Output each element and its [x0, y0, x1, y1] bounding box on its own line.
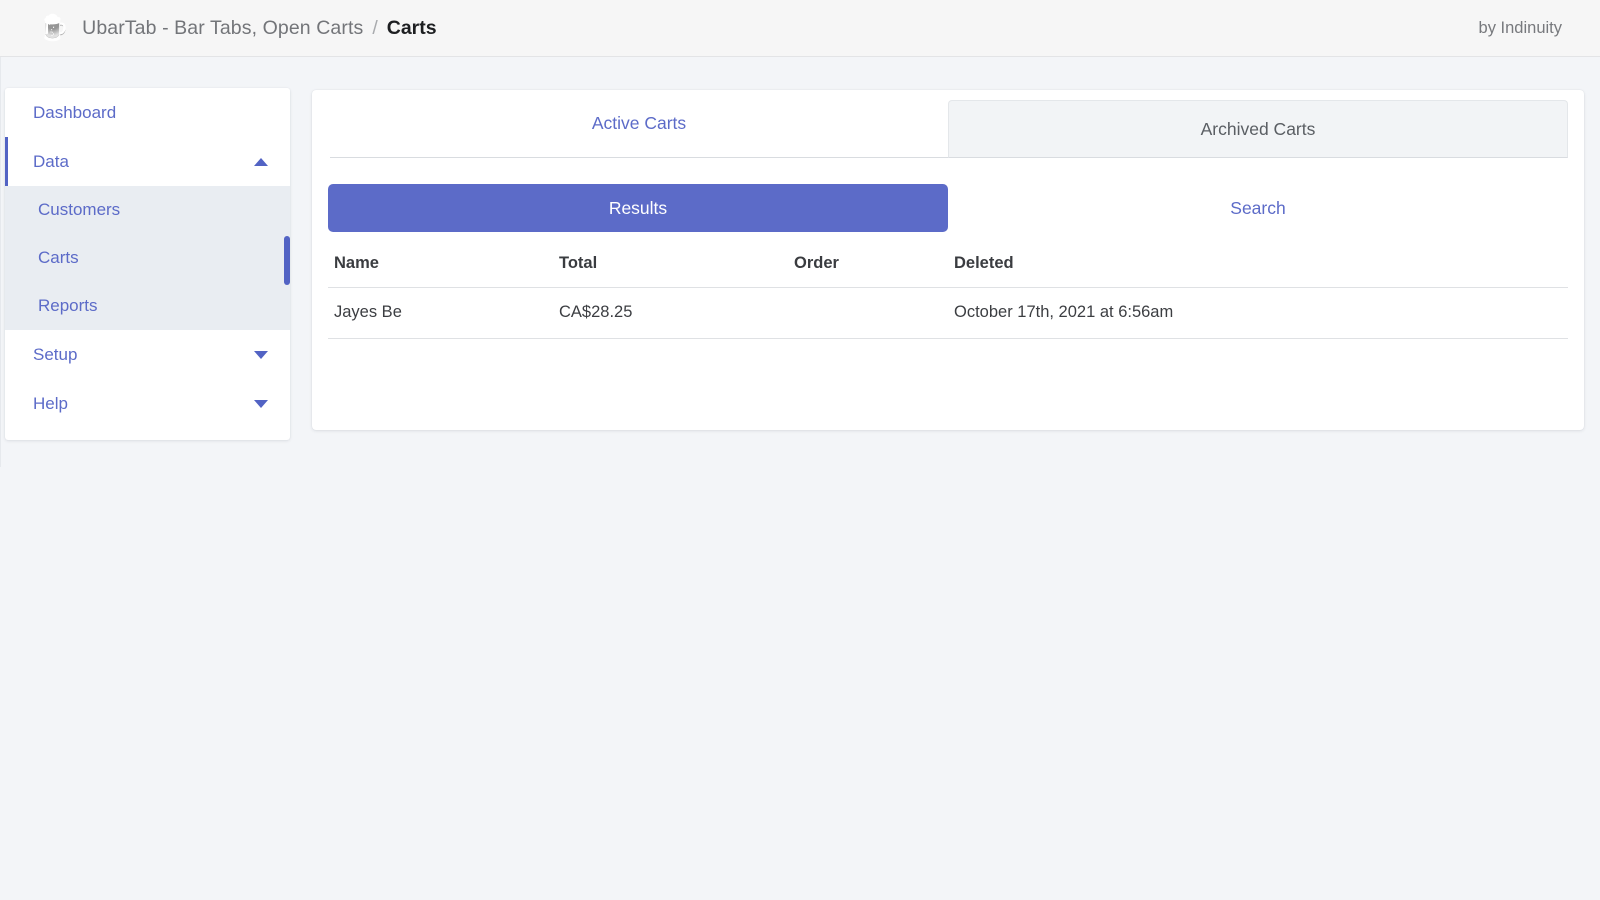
sidebar-item-label: Help — [33, 393, 68, 413]
tab-bar: Active Carts Archived Carts — [312, 90, 1584, 158]
sidebar-subitem-label: Carts — [38, 248, 79, 267]
top-header: 🍺 UbarTab - Bar Tabs, Open Carts / Carts… — [0, 0, 1600, 57]
column-header-deleted[interactable]: Deleted — [948, 254, 1568, 288]
cell-deleted: October 17th, 2021 at 6:56am — [948, 287, 1568, 339]
chevron-up-icon — [254, 157, 268, 166]
results-button[interactable]: Results — [328, 184, 948, 232]
search-button[interactable]: Search — [948, 184, 1568, 232]
cell-total: CA$28.25 — [553, 287, 788, 339]
table-row[interactable]: Jayes Be CA$28.25 October 17th, 2021 at … — [328, 287, 1568, 339]
results-button-label: Results — [608, 197, 668, 218]
sidebar-subitem-label: Customers — [38, 200, 121, 219]
tab-label: Archived Carts — [1200, 118, 1316, 139]
sidebar-item-label: Dashboard — [33, 102, 117, 122]
sidebar-scrollbar-thumb[interactable] — [284, 236, 290, 285]
sidebar-item-dashboard[interactable]: Dashboard — [5, 88, 290, 137]
chevron-down-icon — [254, 399, 268, 408]
breadcrumb-separator: / — [372, 16, 378, 39]
sidebar-item-label: Setup — [33, 344, 78, 364]
column-header-total[interactable]: Total — [553, 254, 788, 288]
beer-mug-icon: 🍺 — [38, 13, 70, 42]
results-search-toggle: Results Search — [328, 184, 1568, 232]
sidebar-item-setup[interactable]: Setup — [5, 330, 290, 379]
chevron-down-icon — [254, 350, 268, 359]
sidebar-subitem-carts[interactable]: Carts — [5, 234, 290, 282]
cell-name: Jayes Be — [328, 287, 553, 339]
byline: by Indinuity — [1478, 18, 1562, 37]
column-header-order[interactable]: Order — [788, 254, 948, 288]
left-frame-divider — [0, 57, 1, 467]
tab-label: Active Carts — [591, 113, 687, 133]
search-button-label: Search — [1230, 197, 1286, 218]
breadcrumb-current-page: Carts — [386, 16, 437, 39]
sidebar-subitem-label: Reports — [38, 296, 98, 315]
main-content-card: Active Carts Archived Carts Results Sear… — [312, 90, 1584, 430]
table-header-row: Name Total Order Deleted — [328, 254, 1568, 288]
carts-table: Name Total Order Deleted Jayes Be CA$28.… — [328, 254, 1568, 339]
sidebar-item-help[interactable]: Help — [5, 379, 290, 428]
tab-active-carts[interactable]: Active Carts — [330, 90, 948, 158]
sidebar: Dashboard Data Customers Carts Reports S… — [5, 88, 290, 440]
sidebar-item-label: Data — [33, 151, 69, 171]
sidebar-item-data[interactable]: Data — [5, 137, 290, 186]
cell-order — [788, 287, 948, 339]
sidebar-subitem-reports[interactable]: Reports — [5, 282, 290, 330]
breadcrumb-app-name[interactable]: UbarTab - Bar Tabs, Open Carts — [82, 17, 363, 40]
sidebar-submenu-data: Customers Carts Reports — [5, 186, 290, 330]
column-header-name[interactable]: Name — [328, 254, 553, 288]
sidebar-subitem-customers[interactable]: Customers — [5, 186, 290, 234]
breadcrumb: 🍺 UbarTab - Bar Tabs, Open Carts / Carts — [38, 13, 437, 42]
tab-archived-carts[interactable]: Archived Carts — [948, 100, 1568, 158]
